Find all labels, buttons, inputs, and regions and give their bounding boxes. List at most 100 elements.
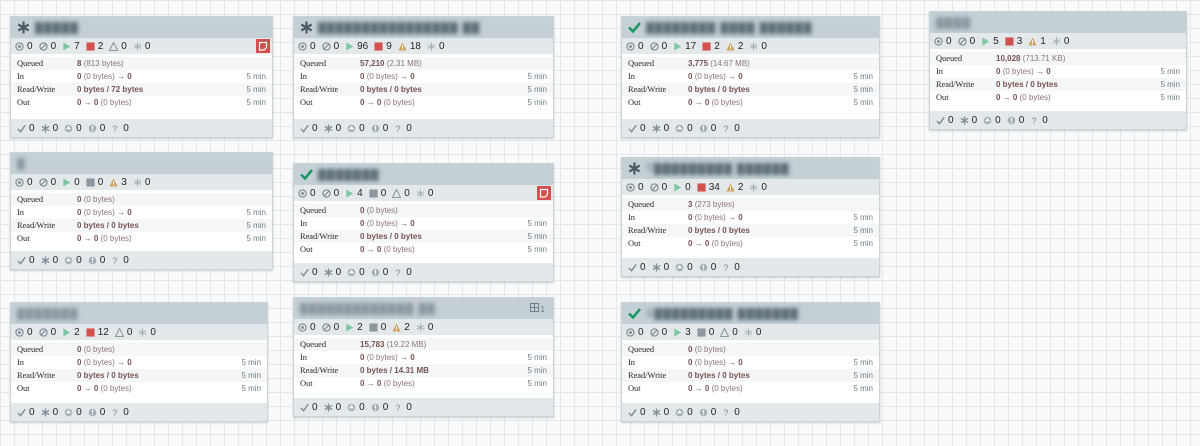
comment-icon[interactable] [537,186,551,200]
stat-count: 0 [661,40,668,52]
in-arrow: → 0 [1036,66,1051,76]
component-stats-bar: 0 0 2 12 0 0 [11,324,267,340]
process-group[interactable]: █████████████ ██ 1 0 0 2 0 2 0 Queued 15,783 (19.… [293,297,554,417]
stat-not-transmitting: 0 [38,177,56,188]
in-size: (0 bytes) [83,207,115,217]
stat-transmitting: 0 [15,327,33,338]
version-badge: 1 [529,303,545,314]
running-icon [345,188,357,198]
stats-table: Queued 0 (0 bytes) In 0 (0 bytes) → 05 min R… [11,190,272,245]
queued-size: (14.67 MB) [710,58,750,68]
stat-disabled: 0 [749,182,767,193]
read-write-value: 0 bytes / 0 bytes [77,221,236,230]
stat-count: 0 [97,176,104,188]
component-stats-bar: 0 0 5 3 1 0 [930,33,1186,49]
process-group[interactable]: S█████████ ███████ 0 0 3 0 0 0 Queued 0 (0 bytes… [621,302,880,422]
label-queued: Queued [17,344,44,354]
in-size: (0 bytes) [366,218,398,228]
stats-table: Queued 3,775 (14.67 MB) In 0 (0 bytes) → 0 5… [622,54,879,109]
process-group-header[interactable]: ███████ [11,303,267,324]
out-time: 5 min [853,383,873,393]
row-in: In 0 (0 bytes) → 0 5 min [930,65,1186,78]
process-group-header[interactable]: █████ [11,17,272,38]
read-write-bytes: 0 bytes / 0 bytes [688,84,750,94]
in-time: 5 min [527,352,547,362]
out-value: 0 → 0 (0 bytes) [360,98,517,107]
label-out: Out [936,92,949,102]
warning-icon [726,182,738,192]
process-group-header[interactable]: ████████████████ ██ [294,17,553,38]
process-group-header[interactable]: T█████████ ██████ [622,158,879,179]
sync-failure-icon: ? [111,408,123,417]
stat-count: 0 [310,187,316,199]
svg-text:?: ? [396,268,401,277]
check-icon [628,124,640,133]
label-out: Out [628,383,641,393]
comment-icon[interactable] [256,39,270,53]
process-group[interactable]: █ 0 0 0 0 3 0 Queued 0 (0 bytes) In 0 (0 bytes) → … [10,152,273,270]
transmitting-icon [298,41,310,51]
process-group-name: ████████ ████ ██████ [646,21,813,34]
process-group[interactable]: ███████ 0 0 2 12 0 0 Queued 0 (0 bytes) In 0 (0 by… [10,302,268,422]
stat-count: 0 [50,40,57,52]
row-in: In 0 (0 bytes) → 0 5 min [11,206,272,219]
component-stats-bar: 0 0 4 0 0 0 [294,185,553,201]
process-group[interactable]: ████████████████ ██ 0 0 96 9 18 0 Queued 57,210 … [293,16,554,138]
in-value: 0 (0 bytes) → 0 [360,219,517,228]
stat-count: 4 [357,187,363,199]
process-group[interactable]: █████ 0 0 7 2 0 0 Queued 8 (813 bytes) In 0 (0 byt… [10,16,273,138]
process-group[interactable]: ████ 0 0 5 3 1 0 Queued 10,028 (713.71 KB) In 0 (0… [929,11,1187,130]
version-status-bar: 0 0 0 0? 0 [622,119,879,137]
queued-value: 3,775 (14.67 MB) [688,59,843,68]
stat-count: 17 [685,40,697,52]
stat-running: 0 [673,182,691,193]
row-read-write: Read/Write 0 bytes / 0 bytes 5 min [11,219,272,232]
process-group[interactable]: ███████ 0 0 4 0 0 0 Queued 0 (0 bytes) In 0 (0 byt… [293,163,554,282]
out-time: 5 min [853,97,873,107]
label-out: Out [300,97,313,107]
footer-up-to_date: 0 [300,402,318,413]
footer-count: 0 [52,254,59,266]
label-read-write: Read/Write [17,370,56,380]
footer-modified-stale: 0 [1007,115,1024,126]
running-icon [345,41,357,51]
process-group-header[interactable]: █ [11,153,272,174]
process-group-header[interactable]: ████████ ████ ██████ [622,17,879,38]
process-group-header[interactable]: ███████ [294,164,553,185]
grid-icon [529,303,539,314]
read-write-time: 5 min [853,370,873,380]
process-group[interactable]: ████████ ████ ██████ 0 0 17 2 2 0 Queued 3,775 (… [621,16,880,138]
row-queued: Queued 3,775 (14.67 MB) [622,57,879,70]
process-group-header[interactable]: █████████████ ██ 1 [294,298,553,319]
footer-stale: 0 [347,402,365,413]
queued-value: 57,210 (2.31 MB) [360,59,517,68]
footer-sync-failure: ? 0 [722,123,740,134]
process-group-header[interactable]: S█████████ ███████ [622,303,879,324]
in-arrow: → 0 [728,357,743,367]
footer-up-to_date: 0 [17,123,35,134]
stat-count: 2 [714,40,720,52]
read-write-value: 0 bytes / 14.31 MB [360,366,517,375]
footer-count: 0 [123,406,129,418]
in-arrow: → 0 [117,207,132,217]
out-size: (0 bytes) [1019,92,1051,102]
asterisk-small-icon [652,407,664,417]
stat-count: 0 [761,181,767,193]
check-icon [17,124,29,133]
process-group[interactable]: T█████████ ██████ 0 0 0 34 2 0 Queued 3 (273 byt… [621,157,880,277]
footer-up-to_date: 0 [628,123,646,134]
not-transmitting-icon [38,41,51,51]
process-group-name: ███████ [17,307,79,320]
row-read-write: Read/Write 0 bytes / 72 bytes 5 min [11,83,272,96]
footer-count: 0 [99,122,106,134]
footer-count: 0 [29,122,35,134]
asterisk-small-icon [324,267,336,277]
process-group-header[interactable]: ████ [930,12,1186,33]
modified-stale-icon [699,263,711,272]
row-queued: Queued 10,028 (713.71 KB) [930,52,1186,65]
footer-locally-modified: 0 [324,123,341,134]
stat-count: 34 [708,181,720,193]
out-value: 0 → 0 (0 bytes) [688,239,843,248]
queued-value: 0 (0 bytes) [688,345,843,354]
read-write-time: 5 min [527,84,547,94]
